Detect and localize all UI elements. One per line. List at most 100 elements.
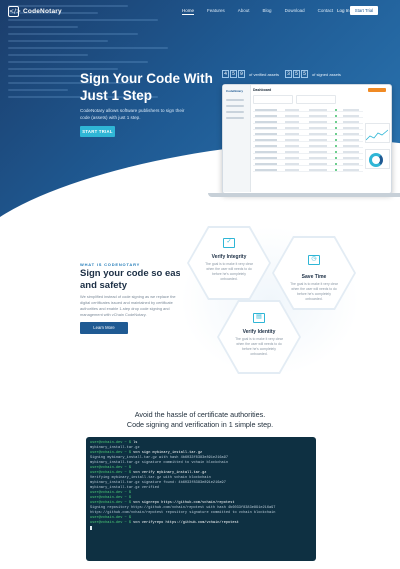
terminal-prompt: user@vchain-dev ~ $ [90,496,131,500]
terminal-line: mybinary_install.tar.gz verified [90,486,160,490]
terminal-prompt: user@vchain-dev ~ $ [90,466,131,470]
dashboard-action-button [368,88,386,92]
dashboard-row [253,145,363,148]
cli-heading-line-1: Avoid the hassle of certificate authorit… [134,410,266,419]
identity-icon: ▤ [253,313,265,323]
terminal-command: vcn signrepo https://github.com/vchain/r… [130,501,235,505]
sidebar-item [226,111,244,113]
terminal-window: user@vchain-dev ~ $ ls mybinary_install.t… [86,437,316,561]
dashboard-row [253,169,363,172]
nav-links: Home Features About Blog Download Contac… [182,8,346,15]
feature-text: The goal is to make it very clear when t… [290,282,338,301]
counter-digit: 3 [285,70,292,78]
dashboard-donut-chart [369,153,383,167]
terminal-prompt: user@vchain-dev ~ $ [90,501,131,505]
cli-heading-line-2: Code signing and verification in 1 simpl… [126,420,274,429]
dashboard-row [253,157,363,160]
terminal-line: Verifying mybinary_install.tar.gz with v… [90,476,211,480]
hero-title: Sign Your Code With Just 1 Step [80,71,213,103]
sidebar-item [226,105,244,107]
sidebar-item [226,117,244,119]
start-trial-nav-button[interactable]: Start Trial [350,6,378,15]
terminal-line: user@vchain-dev ~ $ [90,466,131,470]
terminal-line: mybinary_install.tar.gz signature found:… [90,481,226,485]
nav-link-contact[interactable]: Contact [318,8,334,15]
counter-digit: 4 [222,70,229,78]
terminal-command: vcn sign mybinary_install.tar.gz [130,451,203,455]
dashboard-screenshot: CodeNotary Dashboard [222,84,392,194]
laptop-base [208,193,400,197]
signed-assets-counter: 3 5 5 of signed assets [285,70,341,78]
terminal-line: user@vchain-dev ~ $ ls [90,441,137,445]
terminal-prompt: user@vchain-dev ~ $ [90,521,131,525]
terminal-line: user@vchain-dev ~ $ vcn sign mybinary_in… [90,451,202,455]
logo[interactable]: </> CodeNotary [8,6,62,17]
terminal-line: user@vchain-dev ~ $ vcn signrepo https:/… [90,501,235,505]
verified-assets-label: of verified assets [249,71,280,77]
dashboard-row [253,151,363,154]
integrity-icon: ✓ [223,238,235,248]
learn-more-button[interactable]: Learn More [80,322,128,334]
dashboard-brand: CodeNotary [226,89,244,93]
code-brackets-icon: </> [8,6,22,17]
dashboard-line-chart [366,129,388,141]
terminal-prompt: user@vchain-dev ~ $ [90,441,131,445]
terminal-command: vcn verifyrepo https://github.com/vchain… [130,521,239,525]
feature-text: The goal is to make it very clear when t… [235,337,283,356]
clock-icon: ◷ [308,255,320,265]
counter-digit: 5 [230,70,237,78]
nav-link-home[interactable]: Home [182,8,195,15]
nav-link-features[interactable]: Features [207,8,225,15]
counter-digit: 9 [238,70,245,78]
dashboard-row [253,121,363,124]
nav-link-blog[interactable]: Blog [263,8,272,15]
dashboard-row [253,127,363,130]
login-link[interactable]: Log In [337,8,350,13]
about-title: Sign your code so easy and safety [80,268,187,291]
terminal-prompt: user@vchain-dev ~ $ [90,516,131,520]
dashboard-row [253,133,363,136]
cli-heading: Avoid the hassle of certificate authorit… [0,410,400,430]
page: </> CodeNotary Home Features About Blog … [0,0,400,569]
counter-digit: 5 [293,70,300,78]
terminal-line: user@vchain-dev ~ $ [90,496,131,500]
about-text: We simplified instead of code signing as… [80,294,176,317]
signed-assets-label: of signed assets [312,71,341,77]
top-navigation: </> CodeNotary Home Features About Blog … [0,0,400,22]
terminal-line: mybinary_install.tar.gz signature commit… [90,461,229,465]
dashboard-row [253,163,363,166]
terminal-prompt: user@vchain-dev ~ $ [90,471,131,475]
feature-title: Save Time [301,274,327,280]
sidebar-item [226,99,244,101]
nav-link-download[interactable]: Download [285,8,305,15]
logo-text: CodeNotary [23,8,62,15]
terminal-line: user@vchain-dev ~ $ [90,516,131,520]
dashboard-row [253,139,363,142]
dashboard-row [253,115,363,118]
terminal-line: user@vchain-dev ~ $ vcn verifyrepo https… [90,521,239,525]
hero-subtitle: CodeNotary allows software publishers to… [80,108,185,120]
terminal-prompt: user@vchain-dev ~ $ [90,451,131,455]
terminal-command: ls [130,441,138,445]
verified-assets-counter: 4 5 9 of verified assets [222,70,279,78]
terminal-cursor [90,526,92,530]
nav-link-about[interactable]: About [238,8,250,15]
terminal-line: https://github.com/vchain/repotest repos… [90,511,276,515]
counter-digit: 5 [301,70,308,78]
terminal-prompt: user@vchain-dev ~ $ [90,491,131,495]
feature-title: Verify Identity [242,329,276,335]
terminal-line: mybinary_install.tar.gz [90,446,140,450]
terminal-command: vcn verify mybinary_install.tar.gz [130,471,207,475]
terminal-line: Signing repository https://github.com/vc… [90,506,276,510]
dashboard-stat-card [253,95,293,104]
terminal-line: user@vchain-dev ~ $ [90,491,131,495]
about-eyebrow: WHAT IS CODENOTARY [80,262,141,267]
dashboard-sidebar: CodeNotary [223,85,251,192]
terminal-line: user@vchain-dev ~ $ vcn verify mybinary_… [90,471,206,475]
start-trial-button[interactable]: START TRIAL [80,126,115,137]
dashboard-row [253,109,363,112]
terminal-line: Signing mybinary_install.tar.gz with has… [90,456,229,460]
dashboard-title: Dashboard [253,88,272,92]
feature-text: The goal is to make it very clear when t… [205,262,253,281]
feature-title: Verify Integrity [211,254,247,260]
